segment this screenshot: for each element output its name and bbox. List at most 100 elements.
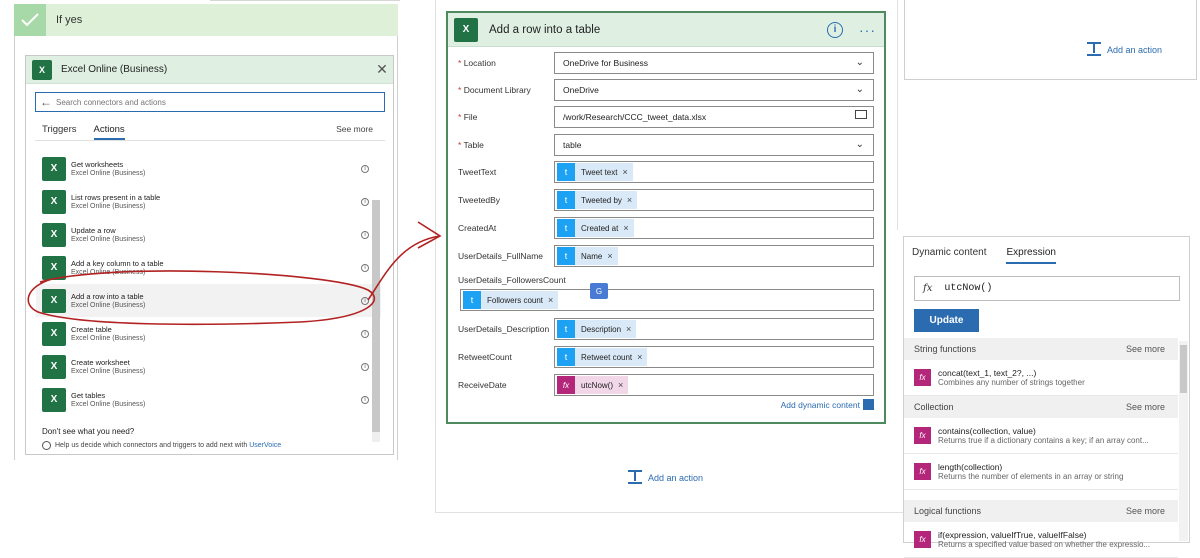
add-action-button[interactable]: Add an action [628, 470, 703, 486]
info-icon[interactable]: i [361, 296, 369, 305]
tweettext-input[interactable]: t Tweet text × [554, 161, 874, 183]
uservoice-link[interactable]: UserVoice [249, 442, 281, 449]
action-item-list-rows[interactable]: X List rows present in a table Excel Onli… [36, 185, 381, 218]
function-item[interactable]: fx contains(collection, value) Returns tr… [904, 418, 1178, 454]
followers-input[interactable]: t Followers count × [460, 289, 874, 311]
info-icon[interactable]: i [361, 362, 369, 371]
panel-scrollbar[interactable] [1179, 341, 1188, 541]
picker-scrollbar[interactable] [372, 200, 380, 432]
expression-input[interactable]: fx utcNow() [914, 276, 1180, 301]
see-more-link[interactable]: See more [336, 124, 373, 134]
info-icon[interactable]: i [361, 263, 369, 272]
tab-actions[interactable]: Actions [93, 124, 125, 140]
action-name: Create table [71, 324, 112, 334]
card-header[interactable]: X Add a row into a table i ··· [448, 13, 884, 47]
function-item[interactable]: fx if(expression, valueIfTrue, valueIfFa… [904, 522, 1178, 558]
info-icon[interactable]: i [361, 329, 369, 338]
see-more-link[interactable]: See more [1126, 344, 1165, 354]
see-more-link[interactable]: See more [1126, 506, 1165, 516]
createdat-input[interactable]: t Created at × [554, 217, 874, 239]
function-item[interactable]: fx length(collection) Returns the number … [904, 454, 1178, 490]
table-dropdown[interactable]: table ⌄ [554, 134, 874, 156]
function-name: if(expression, valueIfTrue, valueIfFalse… [938, 529, 1087, 540]
divider-line [210, 0, 400, 1]
fx-icon: fx [923, 283, 933, 294]
connector-action-picker: X Excel Online (Business) ✕ ← Triggers A… [25, 55, 394, 455]
uservoice-help: Help us decide which connectors and trig… [42, 441, 281, 450]
receivedate-input[interactable]: fx utcNow() × [554, 374, 874, 396]
description-input[interactable]: t Description × [554, 318, 874, 340]
action-item-get-worksheets[interactable]: X Get worksheets Excel Online (Business) … [36, 152, 381, 185]
field-label: TweetText [458, 167, 497, 177]
dynamic-content-icon [863, 399, 874, 410]
tweetedby-input[interactable]: t Tweeted by × [554, 189, 874, 211]
info-icon[interactable]: i [361, 230, 369, 239]
update-button[interactable]: Update [914, 309, 979, 332]
add-action-button[interactable]: Add an action [1087, 42, 1162, 58]
search-box[interactable]: ← [35, 92, 385, 112]
remove-token-icon[interactable]: × [548, 295, 553, 305]
document-library-dropdown[interactable]: OneDrive ⌄ [554, 79, 874, 101]
info-icon[interactable]: i [827, 21, 843, 38]
remove-token-icon[interactable]: × [607, 251, 612, 261]
scrollbar-thumb[interactable] [1180, 345, 1187, 393]
close-icon[interactable]: ✕ [371, 61, 393, 78]
add-dynamic-content-link[interactable]: Add dynamic content [781, 399, 874, 410]
excel-icon: X [42, 387, 66, 412]
remove-token-icon[interactable]: × [627, 195, 632, 205]
translate-icon[interactable]: G [590, 283, 608, 299]
function-item[interactable]: fx concat(text_1, text_2?, ...) Combines … [904, 360, 1178, 396]
expression-token[interactable]: fx utcNow() × [557, 376, 629, 394]
remove-token-icon[interactable]: × [637, 352, 642, 362]
back-arrow-icon[interactable]: ← [40, 95, 52, 109]
picker-tabs: Triggers Actions [42, 124, 142, 140]
more-options-icon[interactable]: ··· [859, 22, 876, 38]
action-connector: Excel Online (Business) [71, 235, 146, 243]
excel-icon: X [42, 288, 66, 313]
panel-tabs: Dynamic content Expression [912, 247, 1076, 264]
action-item-add-row[interactable]: X Add a row into a table Excel Online (Bu… [36, 284, 381, 317]
expression-value: utcNow() [944, 283, 993, 294]
tab-triggers[interactable]: Triggers [42, 124, 77, 140]
file-input[interactable]: /work/Research/CCC_tweet_data.xlsx [554, 106, 874, 128]
dynamic-token[interactable]: t Tweet text × [557, 163, 633, 181]
scrollbar-end [372, 432, 380, 442]
action-item-add-key-column[interactable]: X Add a key column to a table Excel Onlin… [36, 251, 381, 284]
action-item-get-tables[interactable]: X Get tables Excel Online (Business) i [36, 383, 381, 416]
dynamic-token[interactable]: t Description × [557, 320, 637, 338]
picker-header: X Excel Online (Business) ✕ [26, 56, 393, 84]
action-item-create-table[interactable]: X Create table Excel Online (Business) i [36, 317, 381, 350]
retweetcount-input[interactable]: t Retweet count × [554, 346, 874, 368]
info-icon[interactable]: i [361, 164, 369, 173]
action-item-update-row[interactable]: X Update a row Excel Online (Business) i [36, 218, 381, 251]
info-icon[interactable]: i [361, 197, 369, 206]
folder-icon[interactable] [855, 110, 867, 119]
dynamic-token[interactable]: t Name × [557, 247, 618, 265]
location-value: OneDrive for Business [563, 58, 649, 68]
excel-icon: X [42, 354, 66, 379]
location-dropdown[interactable]: OneDrive for Business ⌄ [554, 52, 874, 74]
action-item-create-worksheet[interactable]: X Create worksheet Excel Online (Business… [36, 350, 381, 383]
remove-token-icon[interactable]: × [623, 223, 628, 233]
remove-token-icon[interactable]: × [618, 380, 623, 390]
if-yes-branch-header[interactable]: If yes [14, 4, 398, 36]
divider-line [435, 0, 436, 513]
dynamic-token[interactable]: t Tweeted by × [557, 191, 638, 209]
info-icon[interactable]: i [361, 395, 369, 404]
remove-token-icon[interactable]: × [622, 167, 627, 177]
card-title: Add a row into a table [489, 23, 601, 36]
remove-token-icon[interactable]: × [626, 324, 631, 334]
function-list: String functions See more fx concat(text… [904, 338, 1178, 558]
dynamic-token[interactable]: t Followers count × [463, 291, 559, 309]
fullname-input[interactable]: t Name × [554, 245, 874, 267]
field-description: UserDetails_Description t Description × [458, 318, 878, 340]
excel-icon: X [454, 17, 478, 42]
tab-expression[interactable]: Expression [1006, 247, 1056, 264]
tab-dynamic-content[interactable]: Dynamic content [912, 247, 986, 264]
dont-see-text: Don't see what you need? [42, 427, 135, 436]
excel-icon: X [42, 321, 66, 346]
dynamic-token[interactable]: t Retweet count × [557, 348, 648, 366]
dynamic-token[interactable]: t Created at × [557, 219, 634, 237]
search-input[interactable] [56, 97, 376, 107]
see-more-link[interactable]: See more [1126, 402, 1165, 412]
